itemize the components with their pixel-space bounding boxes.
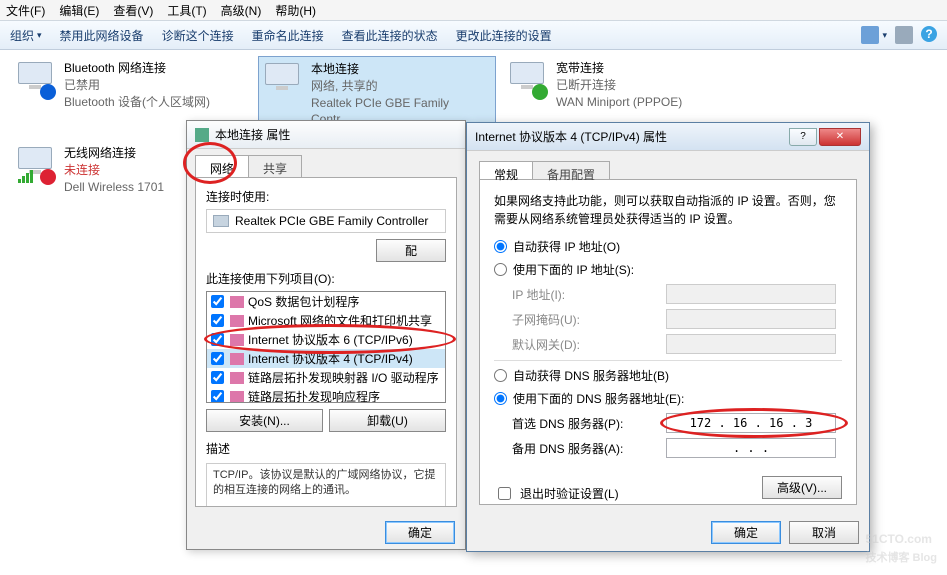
chk-lltd-responder[interactable] bbox=[211, 390, 224, 403]
advanced-button[interactable]: 高级(V)... bbox=[762, 476, 842, 499]
toolbar: 组织 禁用此网络设备 诊断这个连接 重命名此连接 查看此连接的状态 更改此连接的… bbox=[0, 20, 947, 50]
install-button[interactable]: 安装(N)... bbox=[206, 409, 323, 432]
preferred-dns-input[interactable]: 172 . 16 . 16 . 3 bbox=[666, 413, 836, 433]
disable-device-button[interactable]: 禁用此网络设备 bbox=[60, 27, 144, 44]
adapter-box: Realtek PCIe GBE Family Controller bbox=[206, 209, 446, 233]
dlg1-titlebar[interactable]: 本地连接 属性 bbox=[187, 121, 465, 149]
radio-auto-ip[interactable] bbox=[494, 240, 507, 253]
view-mode-icon[interactable] bbox=[861, 26, 887, 44]
items-label: 此连接使用下列项目(O): bbox=[206, 270, 446, 287]
local-connection-properties-dialog: 本地连接 属性 网络 共享 连接时使用: Realtek PCIe GBE Fa… bbox=[186, 120, 466, 550]
dlg2-cancel-button[interactable]: 取消 bbox=[789, 521, 859, 544]
note-text: 如果网络支持此功能，则可以获取自动指派的 IP 设置。否则，您需要从网络系统管理… bbox=[494, 192, 842, 228]
desc-label: 描述 bbox=[206, 440, 446, 457]
menu-advanced[interactable]: 高级(N) bbox=[221, 2, 262, 19]
menu-tools[interactable]: 工具(T) bbox=[167, 2, 206, 19]
menu-file[interactable]: 文件(F) bbox=[6, 2, 45, 19]
chk-qos[interactable] bbox=[211, 295, 224, 308]
preview-pane-icon[interactable] bbox=[895, 26, 913, 44]
connect-using-label: 连接时使用: bbox=[206, 188, 446, 205]
chk-ipv4[interactable] bbox=[211, 352, 224, 365]
help-button[interactable]: ? bbox=[789, 128, 817, 146]
dlg1-ok-button[interactable]: 确定 bbox=[385, 521, 455, 544]
close-button[interactable]: ✕ bbox=[819, 128, 861, 146]
signal-bars-icon bbox=[18, 170, 33, 183]
dlg2-titlebar[interactable]: Internet 协议版本 4 (TCP/IPv4) 属性 ? ✕ bbox=[467, 123, 869, 151]
check-icon bbox=[532, 84, 548, 100]
disconnected-icon bbox=[40, 169, 56, 185]
radio-manual-ip[interactable] bbox=[494, 263, 507, 276]
chk-ipv6[interactable] bbox=[211, 333, 224, 346]
radio-auto-dns[interactable] bbox=[494, 369, 507, 382]
dlg2-ok-button[interactable]: 确定 bbox=[711, 521, 781, 544]
chk-lltd-mapper[interactable] bbox=[211, 371, 224, 384]
rename-button[interactable]: 重命名此连接 bbox=[252, 27, 324, 44]
tab-sharing[interactable]: 共享 bbox=[248, 155, 302, 177]
chk-ms-file-print[interactable] bbox=[211, 314, 224, 327]
dlg2-title: Internet 协议版本 4 (TCP/IPv4) 属性 bbox=[475, 128, 667, 145]
configure-button[interactable]: 配 bbox=[376, 239, 446, 262]
menubar: 文件(F) 编辑(E) 查看(V) 工具(T) 高级(N) 帮助(H) bbox=[0, 0, 947, 20]
menu-view[interactable]: 查看(V) bbox=[113, 2, 153, 19]
uninstall-button[interactable]: 卸载(U) bbox=[329, 409, 446, 432]
ip-address-input bbox=[666, 284, 836, 304]
radio-manual-dns[interactable] bbox=[494, 392, 507, 405]
alternate-dns-input[interactable]: . . . bbox=[666, 438, 836, 458]
dlg1-title: 本地连接 属性 bbox=[215, 126, 290, 143]
network-icon bbox=[195, 128, 209, 142]
tcpipv4-properties-dialog: Internet 协议版本 4 (TCP/IPv4) 属性 ? ✕ 常规 备用配… bbox=[466, 122, 870, 552]
tab-general[interactable]: 常规 bbox=[479, 161, 533, 179]
menu-help[interactable]: 帮助(H) bbox=[275, 2, 316, 19]
adapter-name: Realtek PCIe GBE Family Controller bbox=[235, 214, 428, 228]
view-status-button[interactable]: 查看此连接的状态 bbox=[342, 27, 438, 44]
change-settings-button[interactable]: 更改此连接的设置 bbox=[456, 27, 552, 44]
tab-alternate[interactable]: 备用配置 bbox=[532, 161, 610, 179]
tab-network[interactable]: 网络 bbox=[195, 155, 249, 177]
protocol-listbox[interactable]: QoS 数据包计划程序 Microsoft 网络的文件和打印机共享 Intern… bbox=[206, 291, 446, 403]
validate-checkbox[interactable] bbox=[498, 487, 511, 500]
watermark: 51CTO.com 技术博客 Blog bbox=[866, 526, 938, 565]
help-icon[interactable]: ? bbox=[921, 26, 937, 42]
organize-button[interactable]: 组织 bbox=[10, 27, 42, 44]
gateway-input bbox=[666, 334, 836, 354]
adapter-icon bbox=[213, 215, 229, 227]
subnet-mask-input bbox=[666, 309, 836, 329]
bluetooth-icon bbox=[40, 84, 56, 100]
desc-text: TCP/IP。该协议是默认的广域网络协议，它提的相互连接的网络上的通讯。 bbox=[206, 463, 446, 507]
diagnose-button[interactable]: 诊断这个连接 bbox=[162, 27, 234, 44]
menu-edit[interactable]: 编辑(E) bbox=[59, 2, 99, 19]
